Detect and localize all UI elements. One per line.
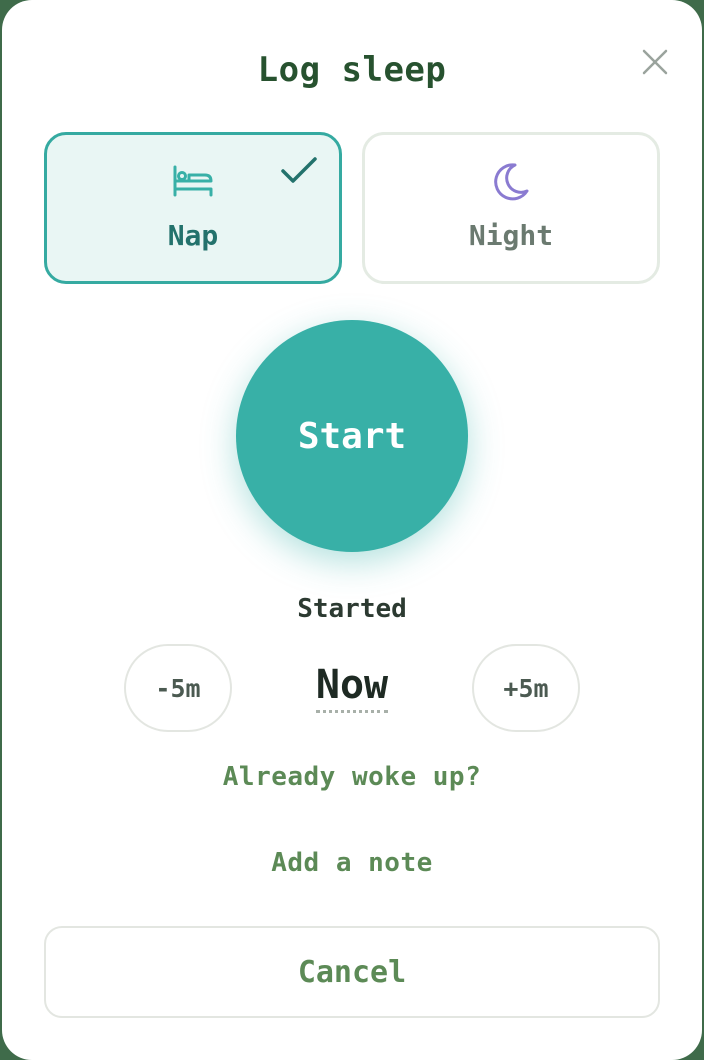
night-option[interactable]: Night — [362, 132, 660, 284]
add-note-link[interactable]: Add a note — [2, 848, 702, 878]
log-sleep-dialog: Log sleep Nap Night Start Started -5m No… — [2, 0, 702, 1060]
start-button[interactable]: Start — [236, 320, 468, 552]
already-woke-up-link[interactable]: Already woke up? — [2, 762, 702, 792]
start-time-value[interactable]: Now — [292, 662, 412, 713]
start-time-text: Now — [315, 662, 389, 713]
check-icon — [279, 155, 319, 187]
night-label: Night — [468, 219, 554, 252]
bed-icon — [171, 161, 215, 201]
started-label: Started — [297, 594, 407, 624]
dialog-title: Log sleep — [257, 50, 447, 90]
minus-5m-button[interactable]: -5m — [124, 644, 232, 732]
cancel-button[interactable]: Cancel — [44, 926, 660, 1018]
moon-icon — [489, 161, 533, 201]
nap-option[interactable]: Nap — [44, 132, 342, 284]
close-icon[interactable] — [638, 45, 672, 79]
plus-5m-button[interactable]: +5m — [472, 644, 580, 732]
nap-label: Nap — [167, 219, 219, 252]
